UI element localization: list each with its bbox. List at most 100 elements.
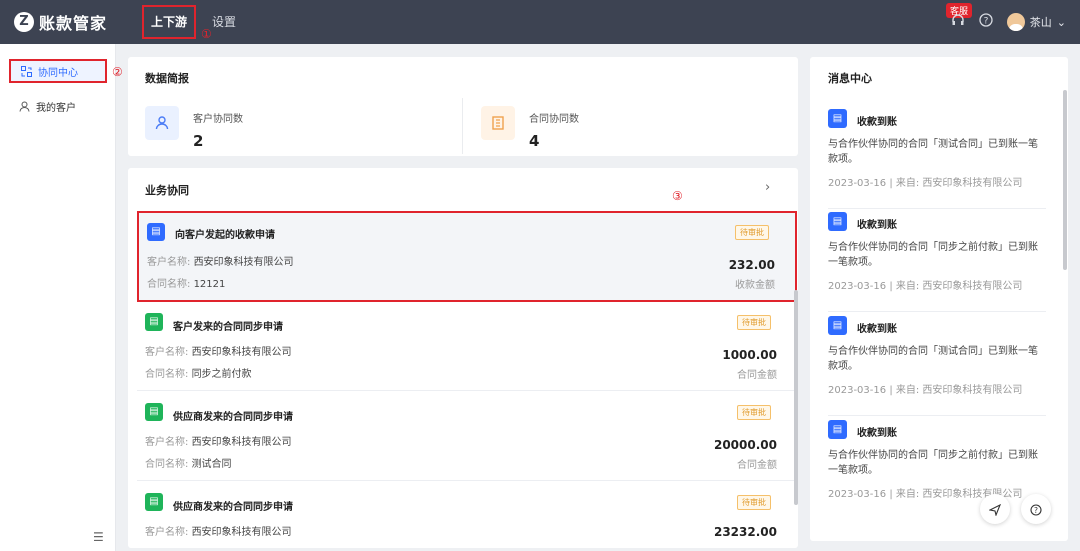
message-body: 与合作伙伴协同的合同「测试合同」已到账一笔款项。 [828,346,1038,372]
sidebar-item-cooperation-center[interactable]: 协同中心 [9,59,107,83]
payment-icon: ▤ [828,109,847,128]
business-item[interactable]: ▤ 供应商发来的合同同步申请 待审批 客户名称: 西安印象科技有限公司 合同名称… [137,393,797,481]
stat-customer-cooperation[interactable]: 客户协同数 2 [145,106,243,150]
business-item-title: 供应商发来的合同同步申请 [173,502,293,513]
message-meta: 2023-03-16 | 来自: 西安印象科技有限公司 [828,381,1022,396]
message-date: 2023-03-16 [828,281,887,292]
cooperation-icon [21,65,32,77]
amount-value: 23232.00 [713,525,777,539]
payment-icon: ▤ [828,212,847,231]
amount-label: 合同金额 [737,370,777,381]
amount-label: 合同金额 [737,460,777,471]
sidebar: 协同中心 我的客户 ☰ [0,44,116,551]
avatar [1006,13,1025,31]
message-item[interactable]: ▤ 收款到账 与合作伙伴协同的合同「同步之前付款」已到账一笔款项。 2023-0… [828,212,1046,312]
contract-label: 合同名称: [147,279,191,290]
message-scrollbar[interactable] [1063,90,1067,270]
message-date: 2023-03-16 [828,385,887,396]
user-menu[interactable]: 茶山 ⌄ [1006,13,1066,31]
payment-icon: ▤ [828,420,847,439]
chevron-right-icon[interactable]: › [765,180,770,195]
amount-value: 20000.00 [713,438,777,452]
message-separator: | [889,281,893,292]
customer-label: 客户名称: [147,257,191,268]
status-badge: 待审批 [737,495,771,510]
chevron-down-icon: ⌄ [1056,15,1066,29]
customer-label: 客户名称: [145,527,189,538]
status-badge: 待审批 [737,405,771,420]
stat-value: 4 [529,132,540,150]
contract-label: 合同名称: [145,459,189,470]
logo-mark: Z [14,12,34,32]
status-badge: 待审批 [737,315,771,330]
building-icon [481,106,515,140]
sidebar-item-label: 我的客户 [36,102,76,114]
customer-icon [145,106,179,140]
user-name: 茶山 [1029,16,1052,29]
message-body: 与合作伙伴协同的合同「测试合同」已到账一笔款项。 [828,139,1038,165]
message-item[interactable]: ▤ 收款到账 与合作伙伴协同的合同「测试合同」已到账一笔款项。 2023-03-… [828,316,1046,416]
customer-value: 西安印象科技有限公司 [193,257,294,268]
collapse-menu-icon[interactable]: ☰ [93,530,104,544]
message-title: 收款到账 [857,117,897,128]
contract-line: 合同名称: 同步之前付款 [145,365,252,380]
payment-icon: ▤ [828,316,847,335]
message-title: 收款到账 [857,428,897,439]
app-logo[interactable]: Z 账款管家 [14,10,107,34]
message-source: 来自: 西安印象科技有限公司 [895,281,1023,292]
customer-line: 客户名称: 西安印象科技有限公司 [147,253,294,268]
document-icon: ▤ [145,403,163,421]
customer-value: 西安印象科技有限公司 [191,527,292,538]
customer-value: 西安印象科技有限公司 [191,347,292,358]
business-item-title: 向客户发起的收款申请 [175,230,275,241]
tab-upstream-downstream[interactable]: 上下游 [142,5,197,39]
business-title: 业务协同 [145,184,189,197]
message-date: 2023-03-16 [828,178,887,189]
message-meta: 2023-03-16 | 来自: 西安印象科技有限公司 [828,174,1022,189]
customer-label: 客户名称: [145,347,189,358]
amount-label: 收款金额 [735,280,775,291]
contract-line: 合同名称: 测试合同 [145,455,232,470]
top-right-tools: ? 茶山 ⌄ [951,0,1066,44]
contract-line: 合同名称: 12121 [147,275,225,290]
message-separator: | [889,489,893,500]
sidebar-item-label: 协同中心 [38,67,78,79]
summary-divider [462,98,463,154]
amount-value: 1000.00 [722,348,777,362]
headset-icon[interactable] [951,13,965,31]
user-icon [19,101,30,112]
customer-line: 客户名称: 西安印象科技有限公司 [145,523,292,538]
svg-text:?: ? [1034,506,1038,515]
annotation-1: ① [201,27,212,41]
svg-text:?: ? [983,17,988,27]
send-icon[interactable] [980,494,1010,524]
contract-value: 12121 [193,279,226,290]
business-scrollbar[interactable] [794,290,798,505]
message-body: 与合作伙伴协同的合同「同步之前付款」已到账一笔款项。 [828,242,1038,268]
message-meta: 2023-03-16 | 来自: 西安印象科技有限公司 [828,277,1022,292]
annotation-2: ② [112,65,123,79]
contract-value: 同步之前付款 [191,369,252,380]
stat-value: 2 [193,132,204,150]
document-icon: ▤ [145,493,163,511]
top-bar: Z 账款管家 上下游 设置 ① 客服 ? 茶山 ⌄ [0,0,1080,44]
message-title: 收款到账 [857,324,897,335]
help-float-icon[interactable]: ? [1021,494,1051,524]
amount-value: 232.00 [728,258,775,272]
customer-value: 西安印象科技有限公司 [191,437,292,448]
business-item[interactable]: ▤ 供应商发来的合同同步申请 待审批 客户名称: 西安印象科技有限公司 2323… [137,483,797,551]
business-item[interactable]: ▤ 向客户发起的收款申请 待审批 客户名称: 西安印象科技有限公司 合同名称: … [137,211,797,302]
message-title: 收款到账 [857,220,897,231]
help-icon[interactable]: ? [979,13,993,31]
message-separator: | [889,385,893,396]
customer-line: 客户名称: 西安印象科技有限公司 [145,433,292,448]
stat-contract-cooperation[interactable]: 合同协同数 4 [481,106,579,150]
sidebar-item-my-customers[interactable]: 我的客户 [9,94,107,118]
status-badge: 待审批 [735,225,769,240]
message-item[interactable]: ▤ 收款到账 与合作伙伴协同的合同「同步之前付款」已到账一笔款项。 2023-0… [828,420,1046,520]
business-item[interactable]: ▤ 客户发来的合同同步申请 待审批 客户名称: 西安印象科技有限公司 合同名称:… [137,303,797,391]
message-item[interactable]: ▤ 收款到账 与合作伙伴协同的合同「测试合同」已到账一笔款项。 2023-03-… [828,109,1046,209]
message-source: 来自: 西安印象科技有限公司 [895,385,1023,396]
document-icon: ▤ [145,313,163,331]
payment-request-icon: ▤ [147,223,165,241]
